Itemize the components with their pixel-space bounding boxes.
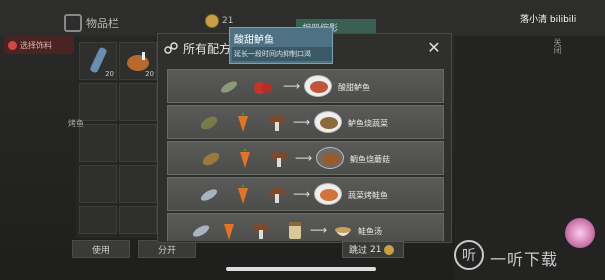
modal-title: 所有配方	[183, 41, 232, 56]
recipe-row[interactable]: ⟶ 鲑鱼汤	[167, 213, 444, 241]
arrow-icon: ⟶	[283, 79, 301, 93]
recipe-row[interactable]: ⟶ 鲷鱼烧蘑菇	[167, 141, 444, 175]
backpack-icon	[64, 14, 82, 32]
recipe-row[interactable]: ⟶ 酸甜鲈鱼	[167, 69, 444, 103]
dish-icon	[314, 111, 342, 133]
skip-label: 跳过	[349, 246, 368, 256]
dish-icon	[316, 147, 344, 169]
salmon-fish-icon	[200, 189, 218, 201]
inventory-slot[interactable]	[119, 165, 157, 203]
recipes-modal: 所有配方 ✕ ⟶ 酸甜鲈鱼 ⟶ 鲈鱼烧蔬菜 ⟶ 鲷鱼烧蘑菇 ⟶ 蔬菜烤鲑鱼 ⟶ …	[157, 33, 452, 243]
recipe-tooltip: 酸甜鲈鱼 延长一段时间内抑制口渴	[229, 27, 333, 64]
dish-icon	[304, 75, 332, 97]
watermark-text: 一听下载	[490, 250, 559, 269]
bream-fish-icon	[202, 152, 220, 166]
status-badge[interactable]: 选择饰料	[4, 36, 74, 54]
recipe-name: 鲈鱼烧蔬菜	[348, 119, 388, 128]
inventory-slot[interactable]: 20	[119, 42, 157, 80]
dish-icon	[314, 183, 342, 205]
fish-icon	[220, 81, 238, 93]
slot-count: 20	[105, 70, 114, 78]
inventory-slot[interactable]	[79, 206, 117, 234]
inventory-slot[interactable]	[119, 83, 157, 121]
tooltip-description: 延长一段时间内抑制口渴	[232, 47, 332, 61]
inventory-slot[interactable]	[119, 206, 157, 234]
coin-icon	[384, 244, 395, 255]
tab-inventory-label: 物品栏	[86, 17, 119, 30]
inventory-side-label: 烤鱼	[68, 119, 84, 128]
carrot-icon	[238, 112, 248, 132]
arrow-icon: ⟶	[295, 151, 313, 165]
recipe-row[interactable]: ⟶ 蔬菜烤鲑鱼	[167, 177, 444, 211]
mushroom-icon	[271, 151, 287, 167]
coin-count: 21	[222, 16, 234, 26]
avatar[interactable]	[565, 218, 595, 248]
arrow-icon: ⟶	[293, 115, 311, 129]
inventory-slot[interactable]: 20	[79, 42, 117, 80]
recipe-name: 鲷鱼烧蘑菇	[350, 155, 390, 164]
arrow-icon: ⟶	[293, 187, 311, 201]
perch-fish-icon	[200, 116, 218, 130]
inventory-panel: 20 20	[76, 38, 160, 238]
home-indicator[interactable]	[226, 267, 376, 271]
carrot-icon	[238, 184, 248, 204]
tomato-icon	[254, 82, 272, 94]
arrow-icon: ⟶	[310, 223, 328, 237]
recipe-name: 鲑鱼汤	[358, 227, 382, 236]
recipe-name: 蔬菜烤鲑鱼	[348, 191, 388, 200]
brand-watermark: 落小清 bilibili	[520, 15, 577, 25]
soup-bowl-icon	[335, 227, 351, 236]
right-side-label: 关闭	[553, 38, 562, 54]
inventory-slot[interactable]	[79, 83, 117, 121]
salmon-fish-icon	[192, 225, 210, 237]
slot-count: 20	[145, 70, 154, 78]
use-button[interactable]: 使用	[72, 240, 130, 258]
recipe-list[interactable]: ⟶ 酸甜鲈鱼 ⟶ 鲈鱼烧蔬菜 ⟶ 鲷鱼烧蘑菇 ⟶ 蔬菜烤鲑鱼 ⟶ 鲑鱼汤	[167, 69, 444, 241]
mushroom-icon	[269, 187, 285, 203]
mushroom-icon	[269, 115, 285, 131]
mushroom-icon	[253, 223, 269, 239]
tooltip-title: 酸甜鲈鱼	[234, 35, 274, 46]
recipe-row[interactable]: ⟶ 鲈鱼烧蔬菜	[167, 105, 444, 139]
skip-count: 21	[370, 244, 382, 255]
alert-icon	[8, 40, 17, 50]
coin-icon	[205, 14, 219, 28]
inventory-slot[interactable]	[79, 124, 117, 162]
recipe-name: 酸甜鲈鱼	[338, 83, 370, 92]
carrot-icon	[240, 148, 250, 168]
skip-button[interactable]: 跳过 21	[342, 241, 404, 258]
inventory-slot[interactable]	[79, 165, 117, 203]
link-icon	[164, 42, 178, 54]
inventory-slot[interactable]	[119, 124, 157, 162]
carrot-icon	[224, 224, 234, 240]
jar-icon	[289, 222, 301, 239]
tab-inventory[interactable]: 物品栏	[64, 12, 148, 34]
watermark-logo-icon: 听	[454, 240, 484, 270]
status-text: 选择饰料	[20, 40, 52, 50]
close-button[interactable]: ✕	[425, 38, 443, 57]
